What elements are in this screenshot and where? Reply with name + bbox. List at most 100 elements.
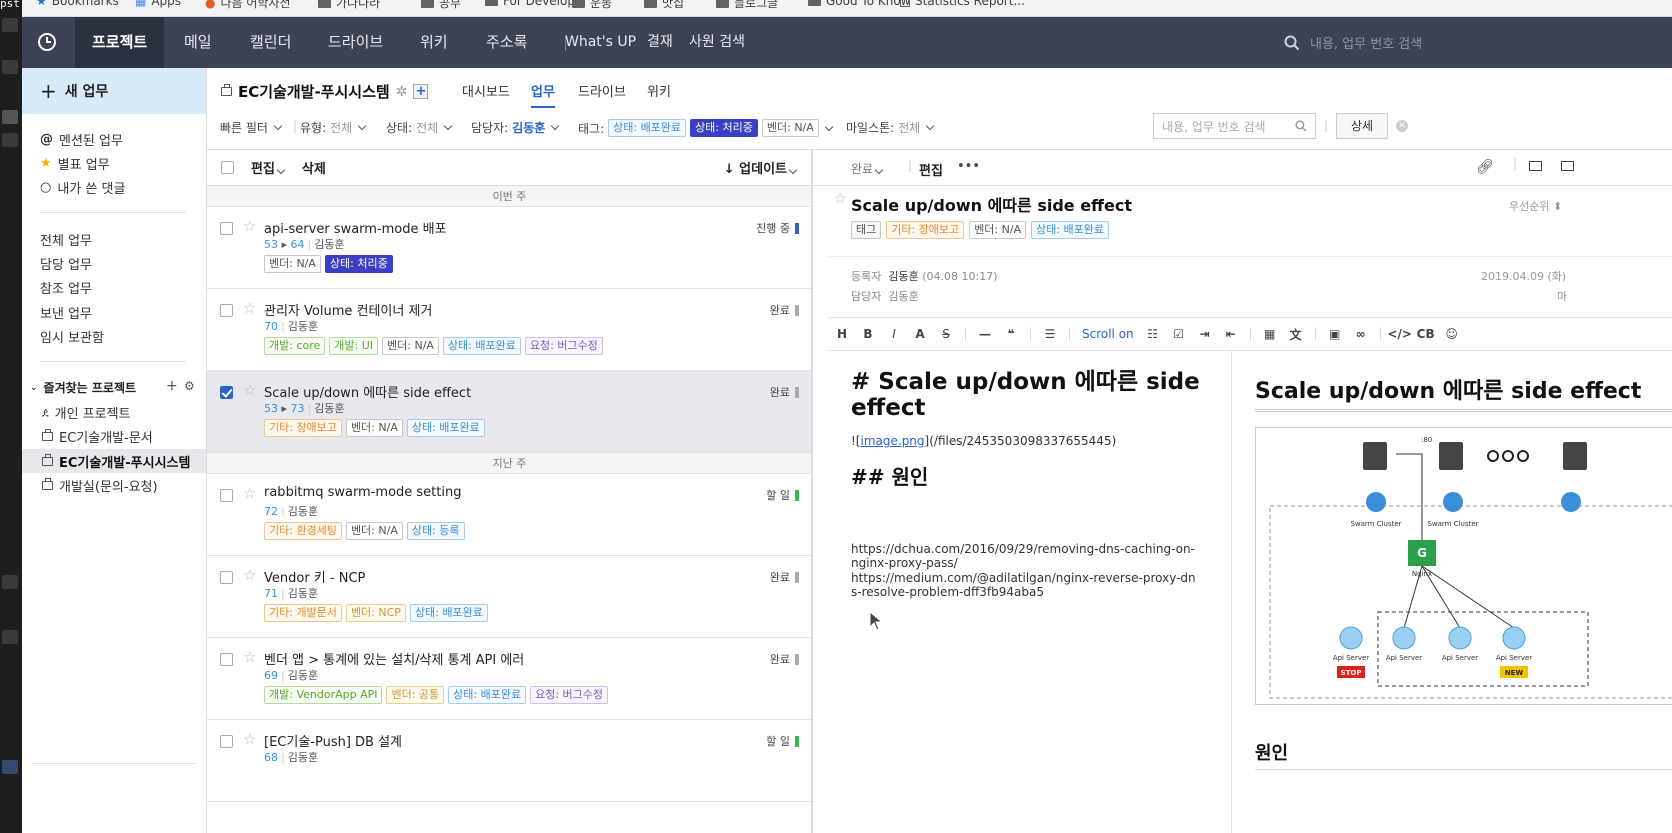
tag[interactable]: 상태: 배포완료 [442, 337, 521, 355]
bookmark-item[interactable]: ▦ Apps [135, 0, 181, 8]
task-title[interactable]: 벤더 앱 > 통계에 있는 설치/삭제 통계 API 에러 [264, 649, 524, 668]
priority-control[interactable]: 우선순위 ⬍ [1509, 198, 1562, 214]
tag[interactable]: 상태: 처리중 [324, 255, 393, 273]
quote-icon[interactable]: ❝ [998, 327, 1024, 341]
star-icon[interactable]: ☆ [243, 217, 256, 235]
task-row[interactable]: ☆ rabbitmq swarm-mode setting 72 | 김동훈 기타:… [207, 474, 811, 556]
sort-dropdown[interactable]: ↓ 업데이트 [724, 158, 798, 177]
panel-icon[interactable] [1561, 161, 1574, 171]
sidebar-project-personal[interactable]: ዸ 개인 프로젝트 [22, 400, 206, 424]
state-dropdown[interactable]: 완료 [851, 160, 884, 177]
tag[interactable]: 요청: 버그수정 [524, 337, 603, 355]
task-row[interactable]: ☆ Scale up/down 에따른 side effect 53 ▸ 73 |… [207, 371, 811, 453]
settings-icon[interactable]: ✲ [396, 84, 408, 100]
tag[interactable]: 상태: 등록 [406, 522, 465, 540]
more-icon[interactable]: ••• [957, 159, 980, 174]
task-checkbox[interactable] [220, 489, 233, 502]
tag[interactable]: 벤더: N/A [264, 255, 321, 273]
nav-whatsup[interactable]: What's UP [565, 17, 636, 68]
bookmark-item[interactable]: 맛집 [644, 0, 684, 11]
task-title[interactable]: api-server swarm-mode 배포 [264, 218, 447, 237]
bookmark-item[interactable]: Good To Know [808, 0, 911, 8]
bookmark-item[interactable]: 블로그글 [716, 0, 778, 11]
task-row[interactable]: ☆ Vendor 키 - NCP 71 | 김동훈 기타: 개발문서 벤더: NCP 상… [207, 556, 811, 638]
tag-button[interactable]: 태그 [851, 221, 882, 239]
sidebar-item-my-comments[interactable]: ○ 내가 쓴 댓글 [40, 178, 125, 197]
bookmark-item[interactable]: 운동 [572, 0, 612, 11]
select-all-checkbox[interactable] [221, 161, 234, 174]
markdown-editor[interactable]: # Scale up/down 에따른 side effect ![image.… [829, 351, 1232, 833]
task-checkbox[interactable] [220, 222, 233, 235]
sidebar-project-push[interactable]: EC기술개발-푸시시스템 [22, 449, 206, 473]
nav-mail[interactable]: 메일 [184, 17, 212, 68]
gear-icon[interactable]: ⚙ [184, 379, 195, 393]
nav-addressbook[interactable]: 주소록 [486, 17, 527, 68]
task-checkbox[interactable] [220, 304, 233, 317]
edit-button[interactable]: 편집 [919, 160, 943, 179]
clear-filter-icon[interactable]: ✕ [1396, 120, 1408, 132]
task-title[interactable]: Scale up/down 에따른 side effect [264, 382, 471, 401]
delete-button[interactable]: 삭제 [302, 158, 326, 177]
tab-drive[interactable]: 드라이브 [578, 81, 626, 106]
filter-assignee[interactable]: 담당자: 김동훈 [471, 119, 560, 136]
tab-tasks[interactable]: 업무 [531, 81, 555, 108]
strike-icon[interactable]: S [933, 327, 959, 341]
tag[interactable]: 기타: 환경세팅 [264, 522, 342, 540]
task-title[interactable]: rabbitmq swarm-mode setting [264, 485, 461, 500]
task-checkbox[interactable] [220, 735, 233, 748]
task-title[interactable]: 관리자 Volume 컨테이너 제거 [264, 300, 432, 319]
link-icon[interactable]: ∞ [1348, 327, 1374, 341]
bookmark-item[interactable]: 가나다라 [318, 0, 380, 11]
nav-calendar[interactable]: 캘린더 [250, 17, 291, 68]
sidebar-item-starred[interactable]: ★ 별표 업무 [40, 154, 110, 173]
text-color-icon[interactable]: A [907, 327, 933, 341]
star-icon[interactable]: ☆ [243, 299, 256, 317]
emoji-icon[interactable]: ☺ [1439, 327, 1465, 341]
nav-employee-search[interactable]: 사원 검색 [689, 17, 745, 68]
star-icon[interactable]: ☆ [834, 191, 847, 207]
detail-filter-button[interactable]: 상세 [1336, 113, 1388, 139]
italic-icon[interactable]: I [881, 327, 907, 341]
table-icon[interactable]: ▦ [1257, 327, 1283, 341]
tag[interactable]: 상태: 배포완료 [1031, 221, 1110, 239]
new-task-button[interactable]: + 새 업무 [22, 68, 206, 114]
tab-wiki[interactable]: 위키 [647, 81, 671, 106]
hr-icon[interactable]: — [972, 327, 998, 341]
task-row[interactable]: ☆ 관리자 Volume 컨테이너 제거 70 | 김동훈 개발: core 개발: … [207, 289, 811, 371]
bookmark-item[interactable]: ● 다음 어학사전 [205, 0, 291, 11]
star-icon[interactable]: ☆ [243, 566, 256, 584]
tag[interactable]: 벤더: N/A [345, 419, 403, 437]
filter-type[interactable]: 유형: 전체 [300, 119, 367, 136]
sidebar-item-sent[interactable]: 보낸 업무 [40, 303, 92, 322]
bold-icon[interactable]: B [855, 327, 881, 341]
tag[interactable]: 개발: UI [329, 337, 379, 355]
task-checkbox[interactable] [220, 571, 233, 584]
tag[interactable]: 벤더: N/A [382, 337, 439, 355]
tag[interactable]: 상태: 배포완료 [448, 686, 527, 704]
star-icon[interactable]: ☆ [243, 730, 256, 748]
filter-status[interactable]: 상태: 전체 [386, 119, 453, 136]
sidebar-project-docs[interactable]: EC기술개발-문서 [22, 424, 206, 448]
tag[interactable]: 벤더: N/A [969, 221, 1027, 239]
edit-dropdown[interactable]: 편집 [251, 158, 286, 177]
image-icon[interactable]: ▣ [1322, 327, 1348, 341]
favorites-header[interactable]: ⌄ 즐겨찾는 프로젝트 [30, 379, 136, 396]
filter-tag-chip[interactable]: 상태: 처리중 [690, 119, 758, 137]
image-link[interactable]: image.png [861, 434, 925, 448]
filter-tag-chip[interactable]: 상태: 배포완료 [608, 119, 687, 137]
filter-tag[interactable]: 태그: 상태: 배포완료 상태: 처리중 벤더: N/A [578, 119, 834, 137]
star-icon[interactable]: ☆ [243, 381, 256, 399]
tag[interactable]: 벤더: 공통 [386, 686, 445, 704]
sidebar-item-assigned[interactable]: 담당 업무 [40, 254, 92, 273]
bookmark-item[interactable]: Statistics Report... [900, 0, 1025, 8]
task-row[interactable]: ☆ [EC기술-Push] DB 설계 68 | 김동훈 할 일 [207, 720, 811, 802]
star-icon[interactable]: ☆ [243, 648, 256, 666]
sidebar-project-devroom[interactable]: 개발실(문의-요청) [22, 473, 206, 497]
global-search[interactable]: 내용, 업무 번호 검색 [1284, 17, 1422, 68]
sidebar-item-cc[interactable]: 참조 업무 [40, 278, 92, 297]
link-icon[interactable]: 🔗︎ [1476, 159, 1494, 175]
filter-search-input[interactable]: 내용, 업무 번호 검색 [1153, 113, 1316, 139]
nav-project[interactable]: 프로젝트 [75, 17, 165, 68]
bullet-list-icon[interactable]: ☰ [1037, 327, 1063, 341]
clock-icon[interactable] [32, 27, 62, 57]
